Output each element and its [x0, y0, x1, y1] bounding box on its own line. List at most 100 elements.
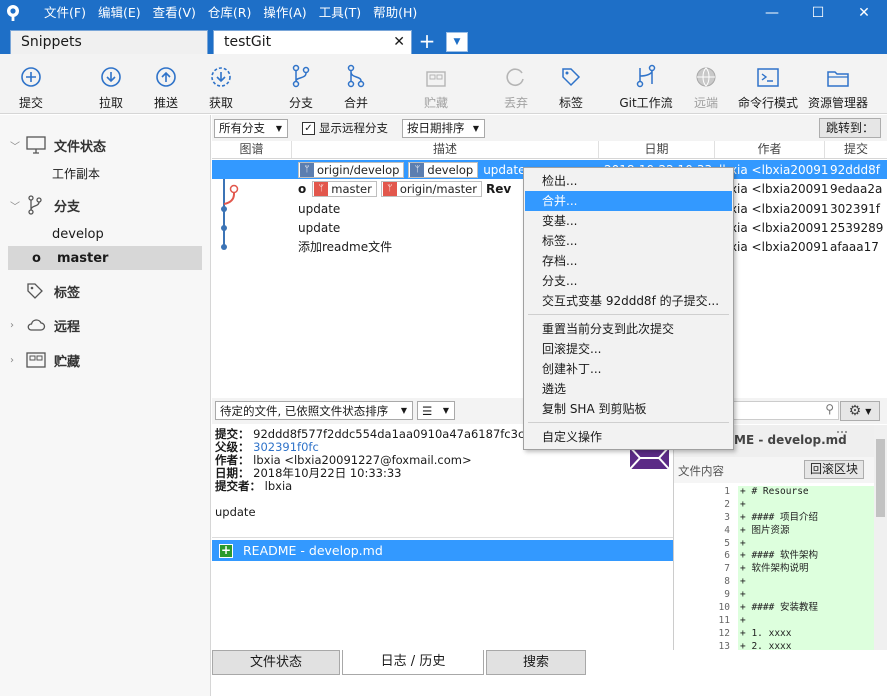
parent-link[interactable]: 302391f0fc: [253, 440, 319, 454]
select-value: 待定的文件, 已依照文件状态排序: [220, 403, 389, 418]
stash-button[interactable]: 贮藏: [406, 62, 466, 111]
col-graph[interactable]: 图谱: [212, 141, 292, 158]
diff-line: 9 +: [674, 589, 874, 603]
explorer-button[interactable]: 资源管理器: [808, 62, 868, 111]
branch-ref-badge[interactable]: ᛘ develop: [408, 161, 479, 178]
list-item[interactable]: + README - develop.md: [212, 540, 673, 561]
col-commit[interactable]: 提交: [825, 141, 887, 158]
add-tab-button[interactable]: +: [416, 31, 438, 52]
title-bar: 文件(F) 编辑(E) 查看(V) 仓库(R) 操作(A) 工具(T) 帮助(H…: [0, 0, 887, 26]
cloud-icon: [26, 318, 48, 332]
sidebar-file-status[interactable]: ﹀ 文件状态: [0, 133, 211, 157]
menu-tools[interactable]: 工具(T): [313, 0, 367, 26]
discard-button[interactable]: 丢弃: [486, 62, 546, 111]
fetch-label: 获取: [208, 96, 233, 110]
menu-item-merge[interactable]: 合并...: [525, 191, 732, 211]
push-button[interactable]: 推送: [136, 62, 196, 111]
sort-select[interactable]: 按日期排序 ▼: [402, 118, 485, 138]
remote-button[interactable]: 远端: [676, 62, 736, 111]
commit-button[interactable]: 提交: [1, 62, 61, 111]
sidebar-branches[interactable]: ﹀ 分支: [0, 193, 211, 217]
menu-item-rebase[interactable]: 变基...: [525, 211, 732, 231]
menu-actions[interactable]: 操作(A): [257, 0, 312, 26]
commit-message: update: [483, 162, 526, 177]
col-date[interactable]: 日期: [599, 141, 715, 158]
maximize-button[interactable]: ☐: [795, 0, 841, 26]
sidebar-item-working-copy[interactable]: 工作副本: [0, 161, 211, 185]
col-description[interactable]: 描述: [292, 141, 599, 158]
line-content: +: [738, 537, 874, 551]
menu-item-copy-sha[interactable]: 复制 SHA 到剪贴板: [525, 399, 732, 419]
view-mode-select[interactable]: ☰ ▼: [417, 401, 455, 420]
tab-testgit[interactable]: testGit ✕: [213, 30, 412, 54]
diff-scrollbar[interactable]: [874, 425, 887, 650]
tab-label: Snippets: [21, 34, 82, 50]
sidebar-tags[interactable]: 标签: [0, 279, 211, 303]
sidebar-item-master[interactable]: o master: [8, 246, 202, 270]
commit-message: Rev: [485, 181, 512, 196]
menu-view[interactable]: 查看(V): [147, 0, 202, 26]
commit-message: update: [298, 220, 341, 235]
commit-label: 提交: [18, 96, 43, 110]
menu-item-revert[interactable]: 回滚提交...: [525, 339, 732, 359]
chevron-down-icon[interactable]: ﹀: [10, 138, 22, 153]
fetch-button[interactable]: 获取: [191, 62, 251, 111]
commit-body: update: [215, 505, 256, 519]
chevron-right-icon[interactable]: ›: [10, 355, 22, 366]
tab-file-status[interactable]: 文件状态: [212, 650, 340, 675]
menu-file[interactable]: 文件(F): [38, 0, 92, 26]
sidebar-item-develop[interactable]: develop: [0, 222, 211, 246]
settings-dropdown-button[interactable]: ⚙ ▼: [840, 401, 880, 421]
menu-item-reset[interactable]: 重置当前分支到此次提交: [525, 319, 732, 339]
commit-hash: 92ddd8f: [830, 162, 880, 177]
git-flow-button[interactable]: Git工作流: [616, 62, 676, 111]
tab-log-history[interactable]: 日志 / 历史: [342, 650, 484, 675]
chevron-right-icon[interactable]: ›: [10, 320, 22, 331]
scrollbar-thumb[interactable]: [876, 439, 885, 517]
menu-item-cherry-pick[interactable]: 遴选: [525, 379, 732, 399]
branch-ref-badge[interactable]: ᛘ origin/master: [380, 180, 482, 197]
diff-lines: 1 + # Resourse 2 +3 + #### 项目介绍 4 + 图片资源 5 +6 + #…: [674, 486, 874, 650]
menu-item-tag[interactable]: 标签...: [525, 231, 732, 251]
file-search-input[interactable]: ⚲: [732, 401, 839, 420]
minimize-button[interactable]: —: [749, 0, 795, 26]
pull-button[interactable]: 拉取: [81, 62, 141, 111]
revert-hunk-button[interactable]: 回滚区块: [803, 460, 864, 479]
branch-filter-select[interactable]: 所有分支 ▼: [214, 118, 288, 138]
branch-button[interactable]: 分支: [271, 62, 331, 111]
file-sort-select[interactable]: 待定的文件, 已依照文件状态排序 ▼: [215, 401, 413, 420]
branch-ref-badge[interactable]: ᛘ origin/develop: [298, 161, 405, 178]
tag-button[interactable]: 标签: [541, 62, 601, 111]
merge-button[interactable]: 合并: [326, 62, 386, 111]
avatar: [629, 446, 670, 470]
commit-sha[interactable]: 92ddd8f577f2ddc554da1aa0910a47a6187fc3cb…: [253, 427, 540, 441]
branch-ref-badge[interactable]: ᛘ master: [312, 180, 377, 197]
menu-item-custom-actions[interactable]: 自定义操作: [525, 427, 732, 447]
menu-help[interactable]: 帮助(H): [367, 0, 423, 26]
tab-dropdown-button[interactable]: ▼: [446, 32, 468, 52]
sidebar-stashes[interactable]: › 贮藏: [0, 348, 211, 372]
close-tab-icon[interactable]: ✕: [393, 31, 405, 53]
plus-circle-icon: [1, 62, 61, 88]
menu-item-interactive-rebase[interactable]: 交互式变基 92ddd8f 的子提交...: [525, 291, 732, 311]
tab-snippets[interactable]: Snippets: [10, 30, 208, 54]
menu-edit[interactable]: 编辑(E): [92, 0, 147, 26]
close-window-button[interactable]: ✕: [841, 0, 887, 26]
drag-handle-icon[interactable]: [837, 431, 847, 439]
jump-to-button[interactable]: 跳转到：: [818, 118, 881, 138]
sidebar-remotes[interactable]: › 远程: [0, 313, 211, 337]
terminal-button[interactable]: 命令行模式: [738, 62, 798, 111]
col-author[interactable]: 作者: [715, 141, 825, 158]
menu-item-branch[interactable]: 分支...: [525, 271, 732, 291]
menu-item-checkout[interactable]: 检出...: [525, 171, 732, 191]
tab-search[interactable]: 搜索: [486, 650, 586, 675]
menu-item-create-patch[interactable]: 创建补丁...: [525, 359, 732, 379]
arrow-up-circle-icon: [136, 62, 196, 88]
stash-icon: [406, 62, 466, 88]
diff-line: 10 + #### 安装教程: [674, 602, 874, 615]
show-remote-checkbox[interactable]: ✓: [302, 121, 315, 135]
commit-message: update: [298, 201, 341, 216]
chevron-down-icon[interactable]: ﹀: [10, 198, 22, 213]
menu-repository[interactable]: 仓库(R): [202, 0, 257, 26]
menu-item-archive[interactable]: 存档...: [525, 251, 732, 271]
